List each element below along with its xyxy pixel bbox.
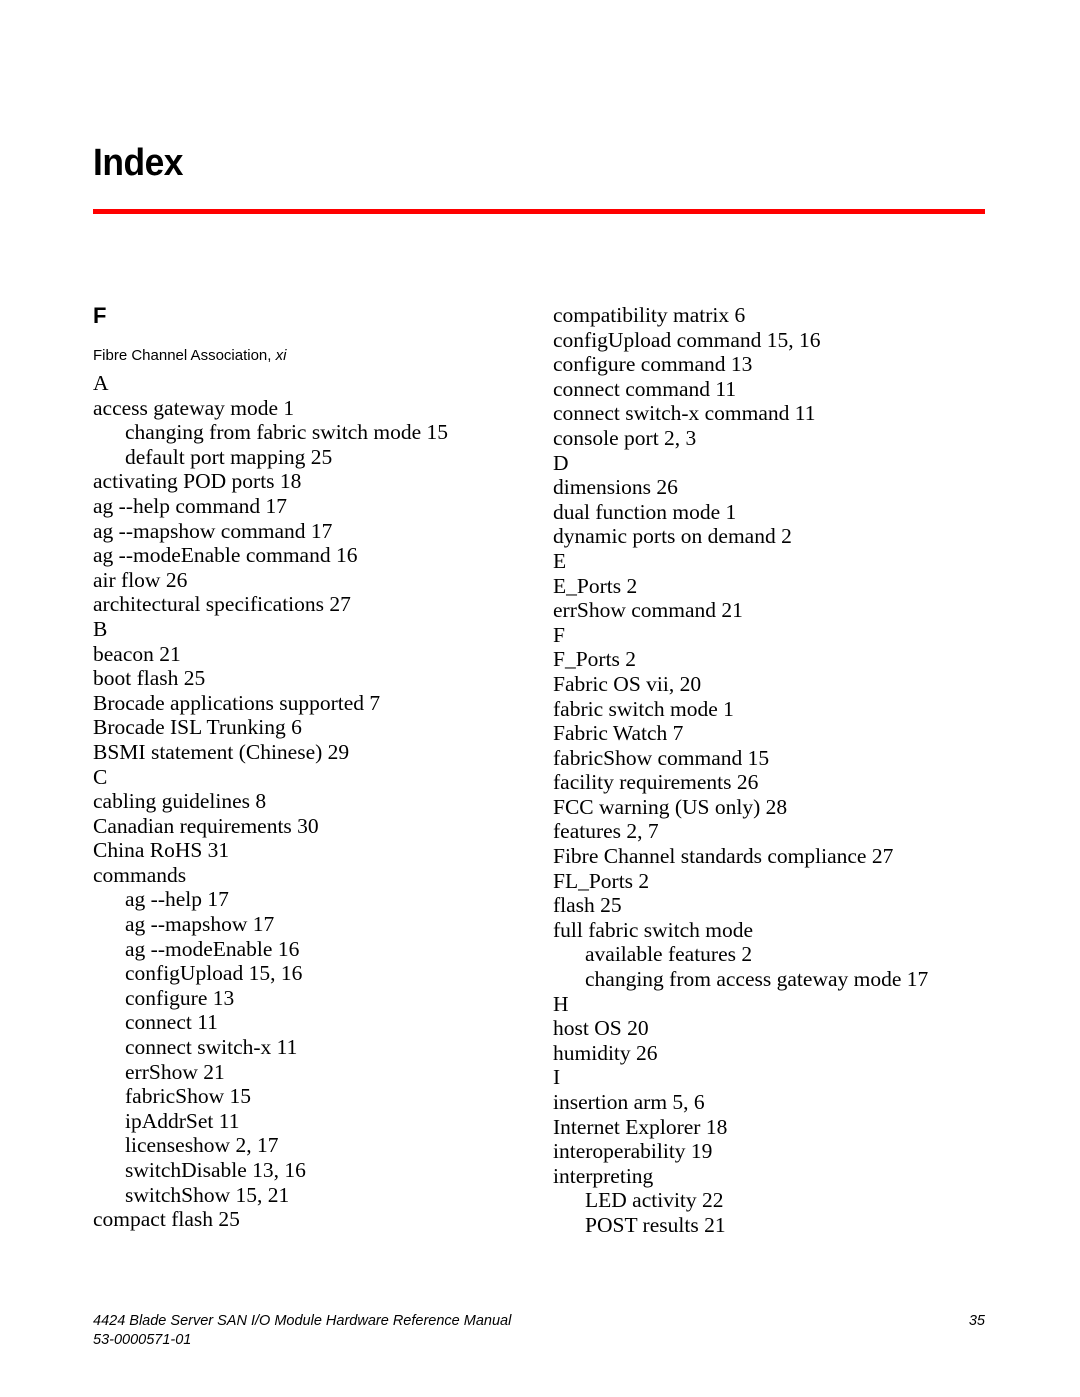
index-entry-sans: Fibre Channel Association, xi <box>93 347 533 365</box>
index-subentry: ag --mapshow 17 <box>125 912 275 937</box>
index-subentry: switchDisable 13, 16 <box>125 1158 306 1182</box>
page-title: Index <box>93 142 183 184</box>
index-entry-text: Fibre Channel Association, <box>93 347 276 364</box>
index-subentry: changing from fabric switch mode 15 <box>125 420 449 445</box>
index-entry: humidity 26 <box>553 1040 658 1065</box>
index-subentry: errShow 21 <box>125 1059 225 1084</box>
index-entry: FL_Ports 2 <box>553 868 650 893</box>
index-entry: BSMI statement (Chinese) 29 <box>93 739 350 764</box>
index-entry: E_Ports 2 <box>553 573 638 598</box>
index-entry: ag --mapshow command 17 <box>93 518 333 543</box>
index-column-right: compatibility matrix 6 configUpload comma… <box>553 303 993 1238</box>
index-entry: air flow 26 <box>93 567 188 592</box>
index-subentry: LED activity 22 <box>585 1188 724 1213</box>
index-entry: China RoHS 31 <box>93 838 230 863</box>
index-entry: features 2, 7 <box>553 819 659 844</box>
index-section-letter: E <box>553 548 567 573</box>
index-entry: architectural specifications 27 <box>93 592 351 617</box>
index-entry: Internet Explorer 18 <box>553 1114 728 1139</box>
footer-manual-title: 4424 Blade Server SAN I/O Module Hardwar… <box>93 1313 512 1329</box>
index-entry: connect command 11 <box>553 376 737 401</box>
title-rule-divider <box>93 209 985 214</box>
index-entry: Canadian requirements 30 <box>93 813 319 838</box>
index-subentry: configure 13 <box>125 985 235 1010</box>
footer-part-number: 53-0000571-01 <box>93 1332 192 1348</box>
index-entry: compatibility matrix 6 <box>553 303 746 327</box>
index-subentry: licenseshow 2, 17 <box>125 1133 279 1158</box>
index-entry: Brocade ISL Trunking 6 <box>93 715 302 740</box>
index-section-letter: H <box>553 991 569 1016</box>
index-section-letter: F <box>553 622 565 647</box>
index-entry-locator: xi <box>275 347 287 364</box>
index-entry: dynamic ports on demand 2 <box>553 524 792 549</box>
index-entry: interpreting <box>553 1163 654 1188</box>
footer-title-row: 4424 Blade Server SAN I/O Module Hardwar… <box>93 1312 985 1331</box>
footer-partnumber-row: 53-0000571-01 <box>93 1331 985 1350</box>
index-section-letter: B <box>93 616 108 641</box>
index-entry: facility requirements 26 <box>553 770 759 795</box>
index-section-letter: I <box>553 1065 561 1090</box>
index-entry: Brocade applications supported 7 <box>93 690 381 715</box>
index-entry: compact flash 25 <box>93 1207 240 1232</box>
index-entry: full fabric switch mode <box>553 917 754 942</box>
index-entry: connect switch-x command 11 <box>553 401 816 426</box>
index-entry: configure command 13 <box>553 352 753 377</box>
index-group-letter: F <box>93 303 107 328</box>
index-entry: FCC warning (US only) 28 <box>553 794 788 819</box>
index-subentry: switchShow 15, 21 <box>125 1182 290 1207</box>
index-entry: errShow command 21 <box>553 598 743 623</box>
index-subentry: default port mapping 25 <box>125 444 333 469</box>
index-entry: boot flash 25 <box>93 666 206 691</box>
index-subentry: connect switch-x 11 <box>125 1035 298 1060</box>
index-subentry: ipAddrSet 11 <box>125 1108 240 1133</box>
index-subentry: ag --modeEnable 16 <box>125 936 300 961</box>
index-entry: configUpload command 15, 16 <box>553 327 821 352</box>
index-entry: Fibre Channel standards compliance 27 <box>553 844 894 869</box>
index-section-letter: D <box>553 450 569 475</box>
index-entry: dimensions 26 <box>553 475 678 500</box>
index-page: Index F Fibre Channel Association, xi Aacc… <box>0 0 1080 1397</box>
index-entry: fabricShow command 15 <box>553 745 770 770</box>
index-entry: host OS 20 <box>553 1016 649 1041</box>
footer-page-number: 35 <box>968 1313 985 1329</box>
index-subentry: POST results 21 <box>585 1212 726 1237</box>
index-entry: interoperability 19 <box>553 1139 713 1164</box>
page-footer: 4424 Blade Server SAN I/O Module Hardwar… <box>93 1312 985 1350</box>
index-column-left: F Fibre Channel Association, xi Aaccess ga… <box>93 303 533 1232</box>
index-entry: console port 2, 3 <box>553 425 697 450</box>
index-entry: ag --modeEnable command 16 <box>93 543 358 568</box>
index-section-letter: C <box>93 764 108 789</box>
index-entry: cabling guidelines 8 <box>93 789 267 814</box>
index-entry: flash 25 <box>553 893 622 918</box>
index-entry: dual function mode 1 <box>553 499 737 524</box>
index-subentry: changing from access gateway mode 17 <box>585 967 929 992</box>
index-entry: ag --help command 17 <box>93 493 288 518</box>
index-subentry: ag --help 17 <box>125 887 229 912</box>
index-entry: access gateway mode 1 <box>93 395 295 420</box>
index-entry: F_Ports 2 <box>553 647 637 672</box>
index-subentry: fabricShow 15 <box>125 1084 251 1109</box>
index-entry: fabric switch mode 1 <box>553 696 734 721</box>
index-entry: commands <box>93 862 187 887</box>
index-subentry: configUpload 15, 16 <box>125 961 303 986</box>
index-entry: insertion arm 5, 6 <box>553 1090 705 1114</box>
index-subentry: available features 2 <box>585 942 753 967</box>
index-section-letter: A <box>93 371 109 395</box>
index-entry: Fabric Watch 7 <box>553 721 684 746</box>
index-entry: activating POD ports 18 <box>93 469 302 494</box>
index-entry: beacon 21 <box>93 641 181 666</box>
index-subentry: connect 11 <box>125 1010 218 1035</box>
index-entry: Fabric OS vii, 20 <box>553 671 702 696</box>
